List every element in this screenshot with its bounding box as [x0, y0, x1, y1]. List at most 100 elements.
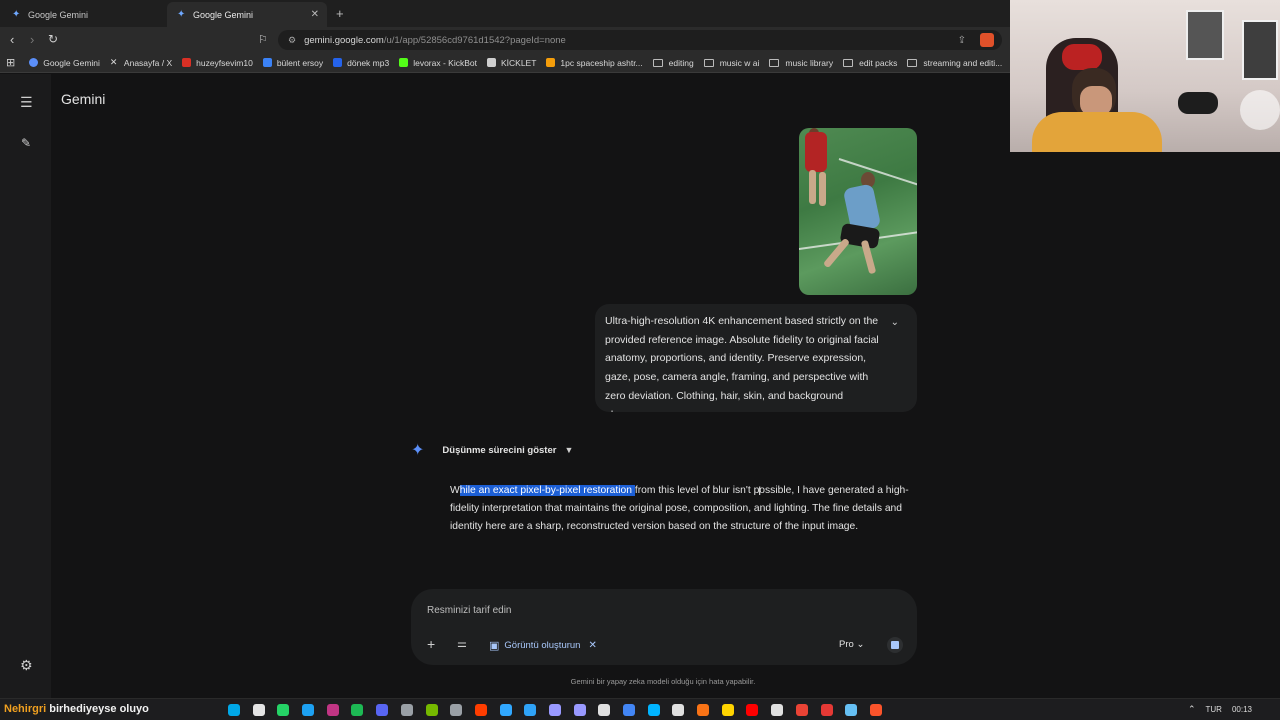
taskbar-app-icon[interactable]: [746, 704, 759, 716]
tray-expand-icon[interactable]: ⌃: [1188, 704, 1196, 715]
selected-text: hile an exact pixel-by-pixel restoration: [459, 485, 635, 496]
bookmark-folder-streaming[interactable]: streaming and editi...: [907, 58, 1002, 68]
taskbar-app-icon[interactable]: [277, 704, 290, 716]
browser-tabbar: ✦ Google Gemini ✦ Google Gemini ✕ +: [0, 0, 1010, 27]
lamp: [1240, 90, 1280, 130]
ticker-text: birhediyeyse oluyo: [49, 703, 149, 715]
bookmark-bulent-ersoy[interactable]: bülent ersoy: [262, 57, 324, 68]
ticker-name: Nehirgri: [4, 703, 47, 715]
brave-shield-icon[interactable]: [980, 33, 994, 47]
taskbar-app-icon[interactable]: [548, 704, 561, 716]
address-bar[interactable]: ⚙ gemini.google.com/u/1/app/52856cd9761d…: [278, 30, 1002, 50]
taskbar-app-icon[interactable]: [845, 704, 858, 716]
taskbar-app-icon[interactable]: [499, 704, 512, 716]
taskbar-app-icon[interactable]: [672, 704, 685, 716]
player-leg: [819, 172, 826, 206]
bookmark-gmail[interactable]: huzeyfsevim10: [182, 58, 253, 68]
model-response[interactable]: While an exact pixel-by-pixel restoratio…: [450, 482, 915, 536]
bookmark-folder-editing[interactable]: editing: [652, 58, 694, 68]
add-icon[interactable]: +: [427, 636, 435, 652]
taskbar-app-icon[interactable]: [302, 704, 315, 716]
close-tab-icon[interactable]: ✕: [311, 9, 319, 20]
taskbar-app-icon[interactable]: [623, 704, 635, 716]
clock[interactable]: 00:13: [1232, 705, 1252, 714]
bookmark-label: edit packs: [859, 57, 898, 68]
menu-icon[interactable]: ☰: [20, 94, 33, 111]
bookmark-x[interactable]: ✕ Anasayfa / X: [110, 58, 172, 68]
bookmark-label: bülent ersoy: [276, 57, 324, 68]
text-cursor-icon: I: [758, 484, 762, 498]
bookmark-label: levorax - KickBot: [413, 57, 477, 68]
bookmark-kicklet[interactable]: KİCKLET: [486, 57, 537, 68]
link-icon: [333, 58, 343, 67]
bookmark-folder-music-library[interactable]: music library: [769, 58, 833, 68]
streamer-shirt: [1032, 112, 1162, 152]
bookmark-google-gemini[interactable]: Google Gemini: [29, 58, 100, 68]
taskbar-app-icon[interactable]: [450, 704, 463, 716]
reload-icon[interactable]: ↻: [48, 32, 58, 46]
taskbar-app-icon[interactable]: [697, 704, 710, 716]
taskbar-app-icon[interactable]: [647, 704, 660, 716]
model-label: Pro: [839, 639, 854, 650]
back-icon[interactable]: ‹: [10, 32, 14, 47]
taskbar-app-icon[interactable]: [400, 704, 413, 716]
bookmark-donek-mp3[interactable]: dönek mp3: [333, 58, 389, 68]
player-red: [805, 132, 827, 172]
taskbar-app-icon[interactable]: [820, 704, 833, 716]
taskbar-apps: [228, 704, 895, 716]
taskbar-app-icon[interactable]: [524, 704, 537, 716]
taskbar-app-icon[interactable]: [376, 704, 389, 716]
show-thinking-label: Düşünme sürecini göster: [442, 444, 557, 456]
bookmark-spaceship[interactable]: 1pc spaceship ashtr...: [546, 58, 643, 68]
prompt-input[interactable]: Resminizi tarif edin: [427, 605, 511, 616]
bookmark-page-icon[interactable]: ⚐: [258, 33, 268, 46]
uploaded-image[interactable]: [799, 128, 917, 295]
taskbar-app-icon[interactable]: [425, 704, 438, 716]
taskbar-app-icon[interactable]: [771, 704, 784, 716]
url-path: /u/1/app/52856cd9761d1542?pageId=none: [383, 34, 566, 46]
shop-icon: [546, 58, 556, 67]
taskbar-app-icon[interactable]: [721, 704, 734, 716]
share-icon[interactable]: ⇪: [958, 35, 966, 46]
folder-icon: [769, 58, 780, 67]
stop-button[interactable]: [887, 637, 903, 653]
taskbar-app-icon[interactable]: [573, 704, 586, 716]
apps-grid-icon[interactable]: ⊞: [6, 56, 15, 69]
taskbar-app-icon[interactable]: [474, 704, 487, 716]
create-image-chip[interactable]: ▣ Görüntü oluşturun ✕: [489, 639, 597, 652]
site-info-icon[interactable]: ⚙: [288, 35, 296, 46]
taskbar-app-icon[interactable]: [326, 704, 339, 716]
gmail-icon: [182, 58, 192, 67]
bookmark-label: dönek mp3: [347, 57, 390, 68]
taskbar-app-icon[interactable]: [252, 704, 265, 716]
bookmark-kickbot[interactable]: levorax - KickBot: [399, 58, 477, 68]
taskbar-app-icon[interactable]: [869, 704, 882, 716]
browser-tab-active[interactable]: ✦ Google Gemini ✕: [167, 2, 327, 27]
model-selector[interactable]: Pro ⌄: [839, 639, 864, 650]
new-tab-icon[interactable]: +: [336, 6, 344, 21]
remove-chip-icon[interactable]: ✕: [588, 640, 596, 651]
browser-tab[interactable]: ✦ Google Gemini: [2, 2, 166, 27]
input-language[interactable]: TUR: [1206, 705, 1222, 714]
taskbar-app-icon[interactable]: [228, 704, 240, 716]
tab-title: Google Gemini: [193, 9, 254, 20]
settings-icon[interactable]: ⚙: [20, 657, 33, 674]
bookmark-label: music w ai: [719, 57, 760, 68]
taskbar: Nehirgri birhediyeyse oluyo ⌃ TUR 00:13: [0, 698, 1280, 720]
bookmarks-bar: ⊞ Google Gemini ✕ Anasayfa / X huzeyfsevi…: [0, 53, 1010, 73]
microphone: [1178, 92, 1218, 114]
app-title[interactable]: Gemini: [61, 91, 105, 107]
show-thinking-toggle[interactable]: ✦ Düşünme sürecini göster ▼: [411, 440, 573, 460]
taskbar-app-icon[interactable]: [598, 704, 611, 716]
taskbar-app-icon[interactable]: [351, 704, 364, 716]
forward-icon[interactable]: ›: [30, 32, 34, 47]
field-line: [838, 158, 917, 191]
bookmark-label: KİCKLET: [500, 57, 537, 68]
bookmark-folder-music-ai[interactable]: music w ai: [703, 57, 760, 68]
new-chat-icon[interactable]: ✎: [21, 136, 31, 150]
screen: ✦ Google Gemini ✦ Google Gemini ✕ + ‹ › …: [0, 0, 1280, 720]
tools-icon[interactable]: ⚌: [457, 637, 467, 650]
expand-chevron-icon[interactable]: ⌄: [891, 314, 899, 333]
taskbar-app-icon[interactable]: [795, 704, 808, 716]
bookmark-folder-edit-packs[interactable]: edit packs: [843, 58, 897, 68]
